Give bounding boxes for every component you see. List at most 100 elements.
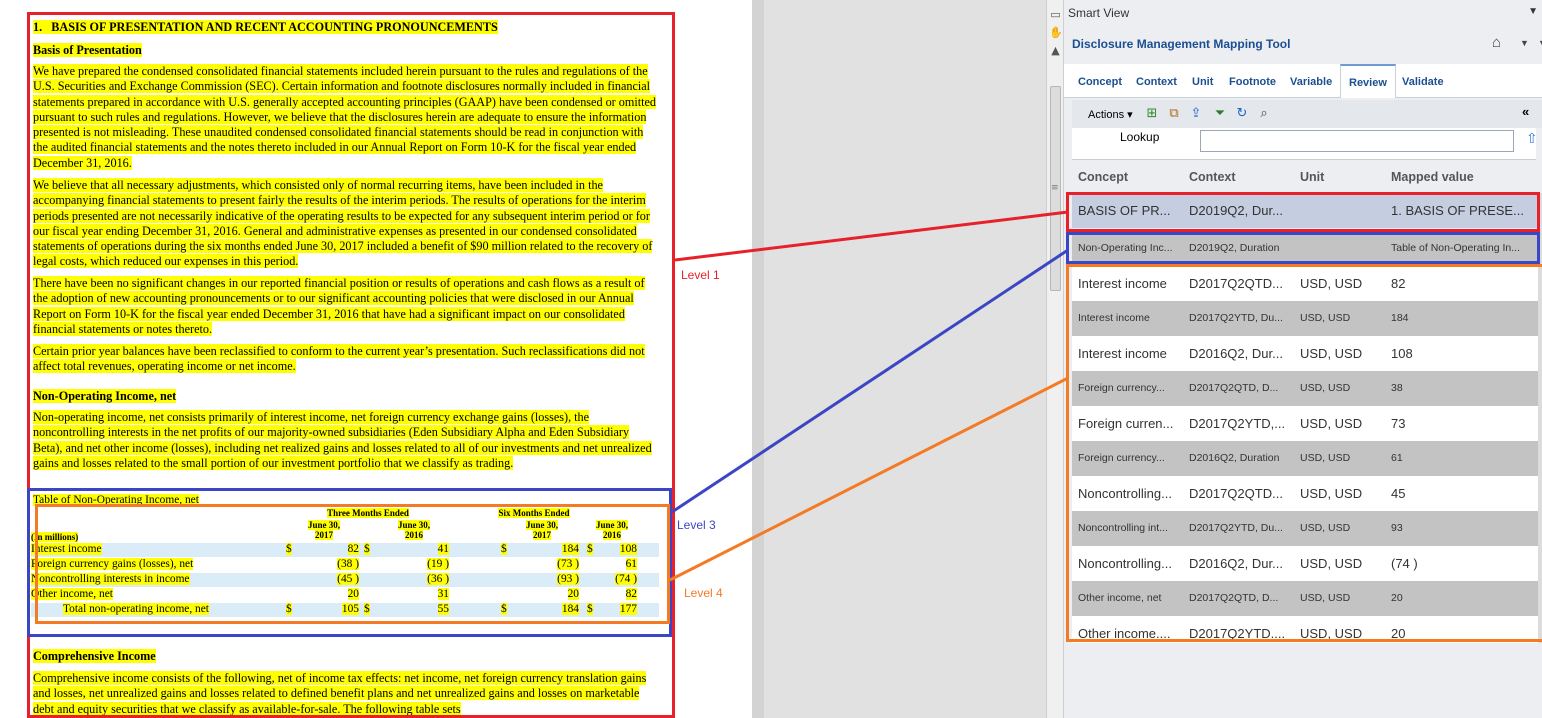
cell-concept: Noncontrolling...	[1078, 486, 1172, 501]
refresh-icon[interactable]: ↻	[1234, 106, 1250, 122]
cell-value: (38 )	[337, 558, 359, 570]
col-mapped-value[interactable]: Mapped value	[1391, 170, 1474, 184]
grid-row[interactable]: Interest income D2016Q2, Dur... USD, USD…	[1072, 336, 1538, 371]
home-icon[interactable]: ⌂	[1492, 34, 1501, 51]
tab-context[interactable]: Context	[1136, 76, 1177, 88]
row-label: Other income, net	[31, 588, 113, 600]
cell-value: (93 )	[557, 573, 579, 585]
units-label: (In millions)	[31, 532, 79, 542]
paragraph-no-changes: There have been no significant changes i…	[33, 276, 645, 336]
cell-value: (45 )	[337, 573, 359, 585]
smart-view-pane: Smart View ▼ Disclosure Management Mappi…	[1064, 0, 1542, 718]
cell-concept: Interest income	[1078, 312, 1150, 324]
tab-validate[interactable]: Validate	[1402, 76, 1444, 88]
cell-value: (36 )	[427, 573, 449, 585]
collapse-icon[interactable]: «	[1522, 104, 1529, 119]
grid-row[interactable]: Other income.... D2017Q2YTD.... USD, USD…	[1072, 616, 1538, 643]
paragraph-reclassified: Certain prior year balances have been re…	[33, 344, 645, 374]
cell-mapped-value: 82	[1391, 276, 1406, 291]
comp-heading: Comprehensive Income	[33, 649, 156, 663]
home-dropdown-icon[interactable]: ▼	[1520, 38, 1529, 48]
paragraph-nonop: Non-operating income, net consists prima…	[33, 410, 652, 470]
header-col2: June 30, 2016	[397, 520, 430, 540]
cell-unit: USD, USD	[1300, 522, 1351, 534]
row-label: Total non-operating income, net	[63, 603, 209, 615]
filter-icon[interactable]: ⏷	[1212, 106, 1228, 122]
paragraph-comprehensive: Comprehensive income consists of the fol…	[33, 671, 647, 716]
col-unit[interactable]: Unit	[1300, 170, 1324, 184]
actions-menu-button[interactable]: Actions ▾	[1088, 108, 1133, 121]
grid-row[interactable]: BASIS OF PR... D2019Q2, Dur... 1. BASIS …	[1072, 193, 1538, 228]
col-context[interactable]: Context	[1189, 170, 1236, 184]
cell-context: D2017Q2YTD, Du...	[1189, 522, 1283, 534]
grid-row[interactable]: Foreign currency... D2016Q2, Duration US…	[1072, 441, 1538, 476]
level1-label: Level 1	[681, 268, 720, 282]
cell-unit: USD, USD	[1300, 556, 1363, 571]
cell-concept: Foreign currency...	[1078, 382, 1165, 394]
header-col4: June 30, 2016	[595, 520, 628, 540]
basis-heading: Basis of Presentation	[33, 43, 142, 57]
nonop-heading: Non-Operating Income, net	[33, 389, 177, 403]
hand-icon[interactable]: ✋	[1049, 26, 1063, 39]
dollar-sign: $	[364, 543, 370, 555]
cell-unit: USD, USD	[1300, 416, 1363, 431]
grid-header: Concept Context Unit Mapped value	[1064, 166, 1542, 190]
col-concept[interactable]: Concept	[1078, 170, 1128, 184]
cell-mapped-value: 20	[1391, 626, 1406, 641]
row-label: Noncontrolling interests in income	[31, 573, 190, 585]
tab-concept[interactable]: Concept	[1078, 76, 1122, 88]
split-icon[interactable]: ▭	[1049, 8, 1062, 21]
cell-context: D2016Q2, Dur...	[1189, 556, 1283, 571]
grid-row[interactable]: Foreign currency... D2017Q2QTD, D... USD…	[1072, 371, 1538, 406]
grid-row[interactable]: Noncontrolling... D2017Q2QTD... USD, USD…	[1072, 476, 1538, 511]
cell-unit: USD, USD	[1300, 592, 1351, 604]
cell-value: 55	[437, 603, 449, 615]
cell-concept: Interest income	[1078, 276, 1167, 291]
search-icon[interactable]: ⌕	[1256, 106, 1272, 122]
grid-row[interactable]: Non-Operating Inc... D2019Q2, Duration T…	[1072, 231, 1538, 266]
upload-icon[interactable]: ⇪	[1188, 106, 1204, 122]
cell-value: (73 )	[557, 558, 579, 570]
nonop-income-table: Table of Non-Operating Income, net Three…	[31, 492, 671, 632]
table-caption: Table of Non-Operating Income, net	[33, 494, 199, 506]
pane-menu-icon[interactable]: ▼	[1528, 6, 1538, 17]
table-row: Interest income $ 82 $ 41 $ 184 $ 108	[31, 543, 659, 557]
table-row: Other income, net 20 31 20 82	[31, 588, 659, 602]
tab-unit[interactable]: Unit	[1192, 76, 1213, 88]
grid-row[interactable]: Noncontrolling int... D2017Q2YTD, Du... …	[1072, 511, 1538, 546]
tab-variable[interactable]: Variable	[1290, 76, 1332, 88]
header-three-months: Three Months Ended	[327, 508, 409, 518]
cell-mapped-value: 38	[1391, 382, 1403, 394]
grid-row[interactable]: Other income, net D2017Q2QTD, D... USD, …	[1072, 581, 1538, 616]
cell-mapped-value: 93	[1391, 522, 1403, 534]
lookup-up-icon[interactable]: ⇧	[1526, 130, 1538, 147]
cell-value: 20	[347, 588, 359, 600]
lookup-area: Lookup ⇧	[1072, 128, 1538, 160]
cell-mapped-value: 184	[1391, 312, 1409, 324]
cell-unit: USD, USD	[1300, 276, 1363, 291]
tab-review[interactable]: Review	[1340, 64, 1396, 98]
pane-options-icon[interactable]: ▼	[1538, 38, 1542, 48]
cell-mapped-value: 20	[1391, 592, 1403, 604]
cell-concept: Interest income	[1078, 346, 1167, 361]
lookup-input[interactable]	[1200, 130, 1514, 152]
tab-footnote[interactable]: Footnote	[1229, 76, 1276, 88]
grid-row[interactable]: Interest income D2017Q2QTD... USD, USD 8…	[1072, 266, 1538, 301]
document-scrollbar[interactable]: ▭ ✋ ▲ ≡	[1046, 0, 1064, 718]
cell-value: 108	[619, 543, 637, 555]
section-title: 1. BASIS OF PRESENTATION AND RECENT ACCO…	[33, 20, 498, 34]
dollar-sign: $	[286, 543, 292, 555]
cell-context: D2017Q2YTD,...	[1189, 416, 1286, 431]
cell-value: 105	[341, 603, 359, 615]
map-icon[interactable]: ⊞	[1144, 106, 1160, 122]
grid-row[interactable]: Noncontrolling... D2016Q2, Dur... USD, U…	[1072, 546, 1538, 581]
grid-scrollbar[interactable]	[1538, 193, 1542, 643]
grid-row[interactable]: Foreign curren... D2017Q2YTD,... USD, US…	[1072, 406, 1538, 441]
hierarchy-icon[interactable]: ⧉	[1166, 106, 1182, 122]
grid-row[interactable]: Interest income D2017Q2YTD, Du... USD, U…	[1072, 301, 1538, 336]
arrow-up-icon[interactable]: ▲	[1049, 44, 1062, 57]
cell-concept: Other income, net	[1078, 592, 1162, 604]
cell-context: D2019Q2, Dur...	[1189, 203, 1283, 218]
cell-context: D2016Q2, Duration	[1189, 452, 1280, 464]
cell-mapped-value: 108	[1391, 346, 1413, 361]
